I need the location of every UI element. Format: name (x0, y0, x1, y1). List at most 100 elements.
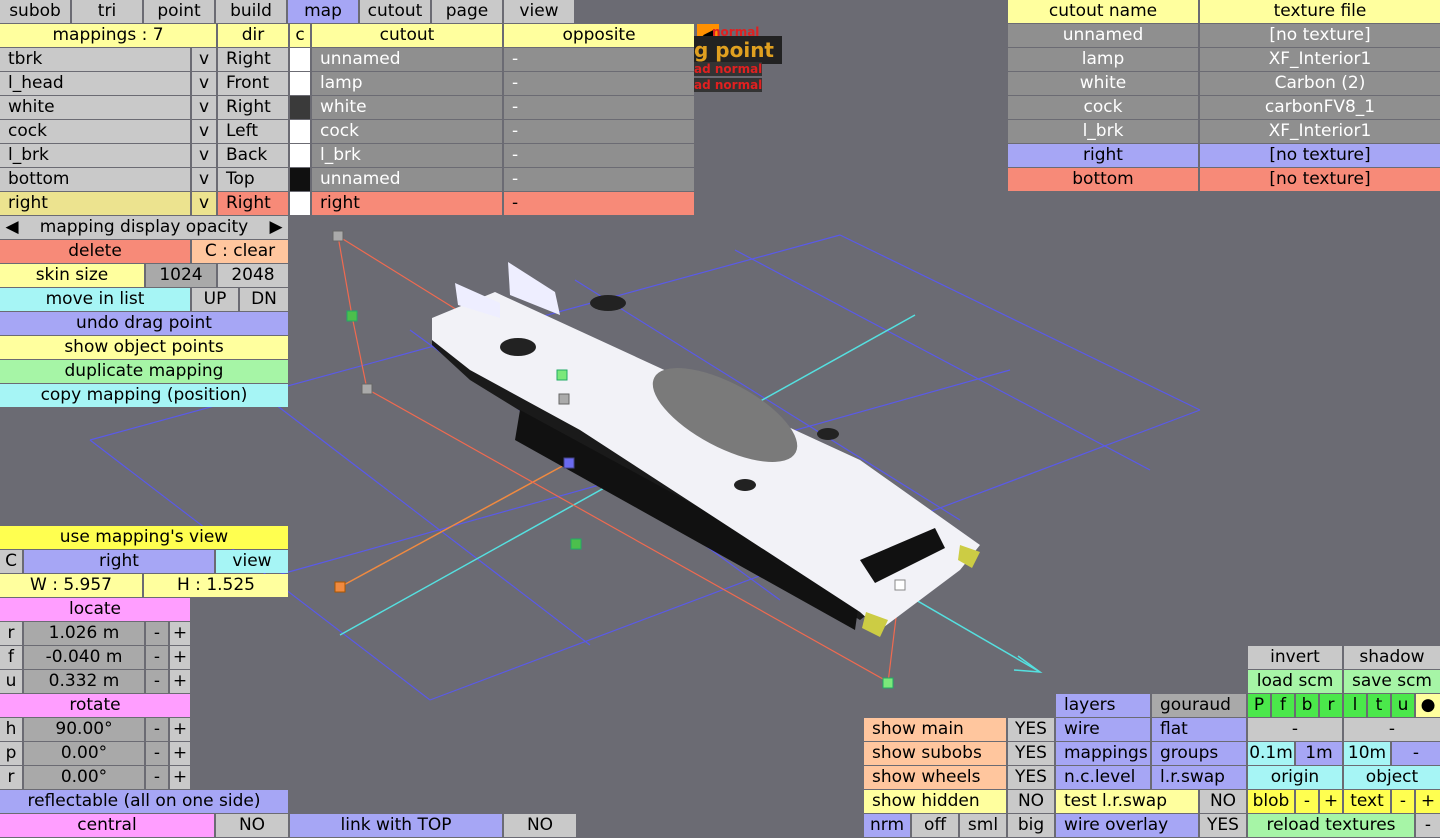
visibility-toggle[interactable]: v (192, 144, 216, 167)
mapping-opposite[interactable]: - (504, 120, 694, 143)
show-wheels-value[interactable]: YES (1008, 766, 1054, 789)
mapping-cutout[interactable]: white (312, 96, 502, 119)
origin-button[interactable]: origin (1248, 766, 1342, 789)
mapping-opposite[interactable]: - (504, 96, 694, 119)
texture-file-cell[interactable]: XF_Interior1 (1200, 48, 1440, 71)
color-swatch[interactable] (290, 144, 310, 167)
view-f-button[interactable]: f (1272, 694, 1294, 717)
cutout-name-cell[interactable]: bottom (1008, 168, 1198, 191)
increment-button[interactable]: + (170, 718, 190, 741)
text-button[interactable]: text (1344, 790, 1390, 813)
show-main-button[interactable]: show main (864, 718, 1006, 741)
test-lr-swap-value[interactable]: NO (1200, 790, 1246, 813)
mapping-dir[interactable]: Right (218, 192, 288, 215)
texture-file-cell[interactable]: Carbon (2) (1200, 72, 1440, 95)
use-mapping-view-button[interactable]: use mapping's view (0, 526, 288, 549)
rotate-r-value[interactable]: 0.00° (24, 766, 144, 789)
visibility-toggle[interactable]: v (192, 120, 216, 143)
dot-icon[interactable]: ● (1416, 694, 1440, 717)
mapping-name[interactable]: bottom (0, 168, 190, 191)
text-plus-button[interactable]: + (1416, 790, 1440, 813)
show-main-value[interactable]: YES (1008, 718, 1054, 741)
show-hidden-button[interactable]: show hidden (864, 790, 1006, 813)
gouraud-button[interactable]: gouraud (1152, 694, 1246, 717)
prev-arrow-icon[interactable]: ◀ (0, 216, 24, 239)
mapping-name[interactable]: cock (0, 120, 190, 143)
locate-u-value[interactable]: 0.332 m (24, 670, 144, 693)
lr-swap-button[interactable]: l.r.swap (1152, 766, 1246, 789)
skin-size-1024-button[interactable]: 1024 (146, 264, 216, 287)
tab-page[interactable]: page (432, 0, 502, 23)
central-value[interactable]: NO (216, 814, 288, 837)
mapping-cutout[interactable]: unnamed (312, 168, 502, 191)
mapping-opposite[interactable]: - (504, 144, 694, 167)
view-l-button[interactable]: l (1344, 694, 1366, 717)
texture-file-cell[interactable]: carbonFV8_1 (1200, 96, 1440, 119)
color-swatch[interactable] (290, 72, 310, 95)
nc-level-button[interactable]: n.c.level (1056, 766, 1150, 789)
mappings-button[interactable]: mappings (1056, 742, 1150, 765)
view-u-button[interactable]: u (1392, 694, 1414, 717)
show-hidden-value[interactable]: NO (1008, 790, 1054, 813)
duplicate-mapping-button[interactable]: duplicate mapping (0, 360, 288, 383)
mapping-dir[interactable]: Left (218, 120, 288, 143)
central-button[interactable]: central (0, 814, 214, 837)
c-button[interactable]: C (0, 550, 22, 573)
text-minus-button[interactable]: - (1392, 790, 1414, 813)
grid-1m-button[interactable]: 1m (1296, 742, 1342, 765)
blob-plus-button[interactable]: + (1320, 790, 1342, 813)
mapping-name-field[interactable]: right (24, 550, 214, 573)
rotate-p-value[interactable]: 0.00° (24, 742, 144, 765)
layers-button[interactable]: layers (1056, 694, 1150, 717)
color-swatch[interactable] (290, 96, 310, 119)
view-b-button[interactable]: b (1296, 694, 1318, 717)
skin-size-2048-button[interactable]: 2048 (218, 264, 288, 287)
view-p-button[interactable]: P (1248, 694, 1270, 717)
cutout-name-cell[interactable]: lamp (1008, 48, 1198, 71)
view-t-button[interactable]: t (1368, 694, 1390, 717)
test-lr-swap-button[interactable]: test l.r.swap (1056, 790, 1198, 813)
color-swatch[interactable] (290, 48, 310, 71)
grid-10m-button[interactable]: 10m (1344, 742, 1390, 765)
link-with-top-button[interactable]: link with TOP (290, 814, 502, 837)
visibility-toggle[interactable]: v (192, 168, 216, 191)
grid-minus-button[interactable]: - (1392, 742, 1440, 765)
decrement-button[interactable]: - (146, 718, 168, 741)
locate-f-value[interactable]: -0.040 m (24, 646, 144, 669)
shadow-button[interactable]: shadow (1344, 646, 1440, 669)
decrement-button[interactable]: - (146, 646, 168, 669)
wire-button[interactable]: wire (1056, 718, 1150, 741)
rotate-button[interactable]: rotate (0, 694, 190, 717)
link-value[interactable]: NO (504, 814, 576, 837)
mapping-dir[interactable]: Top (218, 168, 288, 191)
color-swatch[interactable] (290, 120, 310, 143)
move-down-button[interactable]: DN (240, 288, 288, 311)
mapping-name[interactable]: white (0, 96, 190, 119)
show-object-points-button[interactable]: show object points (0, 336, 288, 359)
color-swatch[interactable] (290, 192, 310, 215)
move-up-button[interactable]: UP (192, 288, 238, 311)
blob-button[interactable]: blob (1248, 790, 1294, 813)
texture-file-cell[interactable]: [no texture] (1200, 168, 1440, 191)
rotate-h-value[interactable]: 90.00° (24, 718, 144, 741)
mapping-name[interactable]: l_head (0, 72, 190, 95)
mapping-cutout[interactable]: lamp (312, 72, 502, 95)
dash-button[interactable]: - (1248, 718, 1342, 741)
increment-button[interactable]: + (170, 742, 190, 765)
reflectable-button[interactable]: reflectable (all on one side) (0, 790, 288, 813)
wire-overlay-button[interactable]: wire overlay (1056, 814, 1198, 837)
color-swatch[interactable] (290, 168, 310, 191)
tab-point[interactable]: point (144, 0, 214, 23)
mapping-opposite[interactable]: - (504, 48, 694, 71)
reload-minus-button[interactable]: - (1416, 814, 1440, 837)
clear-button[interactable]: C : clear (192, 240, 288, 263)
decrement-button[interactable]: - (146, 622, 168, 645)
increment-button[interactable]: + (170, 646, 190, 669)
visibility-toggle[interactable]: v (192, 72, 216, 95)
increment-button[interactable]: + (170, 670, 190, 693)
show-subobs-value[interactable]: YES (1008, 742, 1054, 765)
visibility-toggle[interactable]: v (192, 192, 216, 215)
mapping-opposite[interactable]: - (504, 72, 694, 95)
cutout-name-cell[interactable]: unnamed (1008, 24, 1198, 47)
cutout-name-cell[interactable]: cock (1008, 96, 1198, 119)
